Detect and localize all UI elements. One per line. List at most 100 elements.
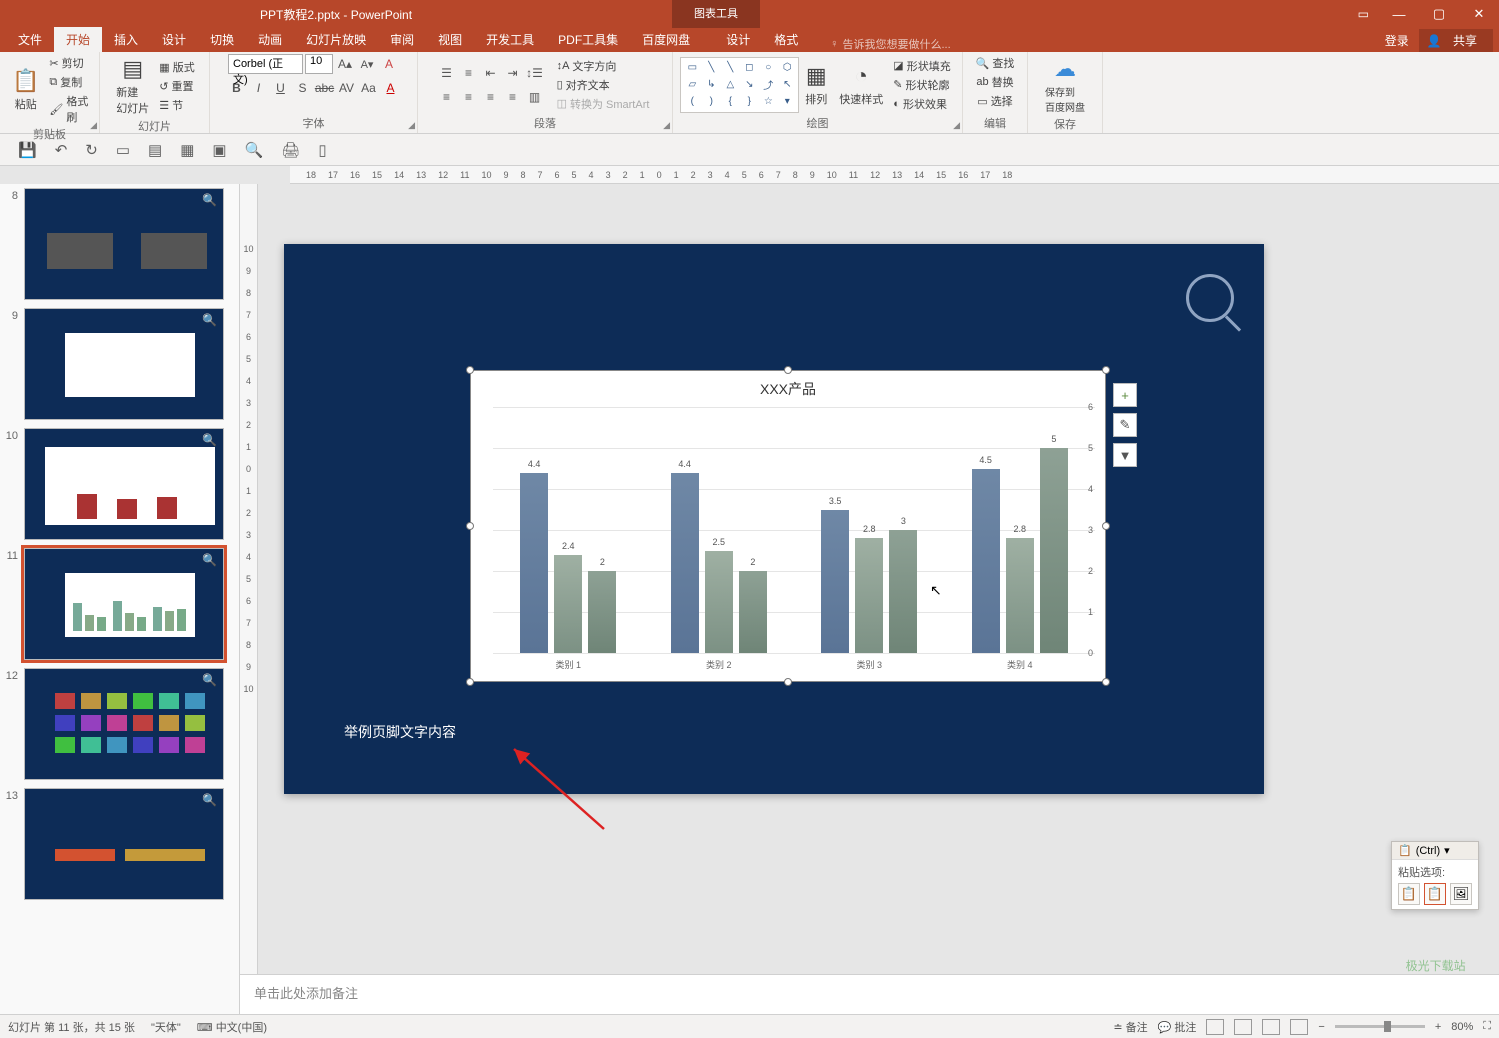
thumbnail-slide[interactable]: 🔍 (24, 548, 224, 660)
replace-button[interactable]: ab替换 (972, 73, 1017, 91)
dialog-launcher-icon[interactable]: ◢ (953, 120, 960, 131)
share-button[interactable]: 👤 共享 (1419, 29, 1493, 52)
thumbnail-item[interactable]: 9🔍 (4, 308, 235, 420)
zoom-slider[interactable] (1335, 1025, 1425, 1028)
shape-fill-button[interactable]: ◪形状填充 (889, 57, 954, 75)
bullets-button[interactable]: ☰ (437, 63, 457, 83)
chart-bar[interactable]: 2 (588, 571, 616, 653)
copy-button[interactable]: ⧉复制 (45, 73, 93, 91)
undo-icon[interactable]: ↶ (55, 141, 68, 159)
chart-bar[interactable]: 2.8 (855, 538, 883, 653)
columns-button[interactable]: ▥ (525, 87, 545, 107)
chevron-down-icon[interactable]: ▾ (1444, 844, 1450, 857)
resize-handle[interactable] (1102, 522, 1110, 530)
tab-chart-format[interactable]: 格式 (762, 27, 810, 52)
paste-use-theme-button[interactable]: 📋 (1424, 883, 1446, 905)
tell-me-input[interactable]: ♀ 告诉我您想要做什么... (830, 36, 950, 52)
increase-indent-button[interactable]: ⇥ (503, 63, 523, 83)
decrease-indent-button[interactable]: ⇤ (481, 63, 501, 83)
tab-transitions[interactable]: 切换 (198, 27, 246, 52)
chart-bar[interactable]: 3.5 (821, 510, 849, 654)
shadow-button[interactable]: S (293, 78, 313, 98)
chart-filter-button[interactable]: ▼ (1113, 443, 1137, 467)
chart-bar[interactable]: 5 (1040, 448, 1068, 653)
chart-bar[interactable]: 4.5 (972, 469, 1000, 654)
align-left-button[interactable]: ≡ (437, 87, 457, 107)
dialog-launcher-icon[interactable]: ◢ (663, 120, 670, 131)
thumbnail-item[interactable]: 10🔍 (4, 428, 235, 540)
chart-styles-button[interactable]: ✎ (1113, 413, 1137, 437)
ribbon-display-options-icon[interactable]: ▭ (1358, 7, 1369, 21)
qat-btn-7[interactable]: ▯ (318, 141, 326, 159)
numbering-button[interactable]: ≡ (459, 63, 479, 83)
shapes-gallery[interactable]: ▭╲╲◻○⬡ ▱↳△↘⤴↖ (){}☆▾ (680, 57, 799, 113)
tab-baidudisk[interactable]: 百度网盘 (630, 27, 702, 52)
language-status[interactable]: ⌨ 中文(中国) (197, 1019, 267, 1035)
font-name-select[interactable]: Corbel (正文) (228, 54, 303, 74)
arrange-button[interactable]: ▦排列 (799, 61, 833, 109)
italic-button[interactable]: I (249, 78, 269, 98)
shape-outline-button[interactable]: ✎形状轮廓 (889, 76, 954, 94)
thumbnail-item[interactable]: 12🔍 (4, 668, 235, 780)
shape-effects-button[interactable]: ◐形状效果 (889, 95, 954, 113)
chart-bar[interactable]: 2.4 (554, 555, 582, 653)
slide-thumbnails-panel[interactable]: 8🔍9🔍10🔍11🔍12🔍13🔍 (0, 184, 240, 1014)
resize-handle[interactable] (466, 678, 474, 686)
strikethrough-button[interactable]: abc (315, 78, 335, 98)
section-button[interactable]: ☰节 (155, 96, 198, 114)
slide[interactable]: XXX产品 0123456类别 14.42.42类别 24.42.52类别 33… (284, 244, 1264, 794)
chart-bar[interactable]: 2 (739, 571, 767, 653)
qat-btn-4[interactable]: ▣ (212, 141, 226, 159)
dialog-launcher-icon[interactable]: ◢ (90, 120, 97, 131)
comments-toggle[interactable]: 💬 批注 (1158, 1019, 1197, 1035)
chart-bar[interactable]: 2.5 (705, 551, 733, 654)
tab-insert[interactable]: 插入 (102, 27, 150, 52)
qat-btn-6[interactable]: 🖨 (281, 141, 300, 159)
close-button[interactable]: ✕ (1459, 0, 1499, 28)
resize-handle[interactable] (1102, 366, 1110, 374)
format-painter-button[interactable]: 🖌格式刷 (45, 92, 93, 126)
font-size-select[interactable]: 10 (305, 54, 333, 74)
slideshow-view-button[interactable] (1290, 1019, 1308, 1035)
font-color-button[interactable]: A (381, 78, 401, 98)
align-right-button[interactable]: ≡ (481, 87, 501, 107)
select-button[interactable]: ▭选择 (973, 92, 1016, 110)
minimize-button[interactable]: — (1379, 0, 1419, 28)
chart-object[interactable]: XXX产品 0123456类别 14.42.42类别 24.42.52类别 33… (470, 370, 1106, 682)
layout-button[interactable]: ▦版式 (155, 58, 198, 76)
qat-btn-1[interactable]: ▭ (116, 141, 130, 159)
resize-handle[interactable] (784, 678, 792, 686)
fit-to-window-button[interactable]: ⛶ (1483, 1020, 1491, 1033)
paste-button[interactable]: 📋 粘贴 (6, 66, 45, 114)
slide-counter[interactable]: 幻灯片 第 11 张，共 15 张 (8, 1019, 135, 1035)
save-icon[interactable]: 💾 (18, 141, 37, 159)
qat-btn-3[interactable]: ▦ (180, 141, 194, 159)
normal-view-button[interactable] (1206, 1019, 1224, 1035)
reset-button[interactable]: ↺重置 (155, 77, 198, 95)
thumbnail-slide[interactable]: 🔍 (24, 668, 224, 780)
qat-btn-5[interactable]: 🔍 (245, 141, 264, 159)
clear-formatting-button[interactable]: A (379, 54, 399, 74)
underline-button[interactable]: U (271, 78, 291, 98)
tab-file[interactable]: 文件 (6, 27, 54, 52)
thumbnail-item[interactable]: 13🔍 (4, 788, 235, 900)
align-text-button[interactable]: ▯对齐文本 (553, 76, 654, 94)
thumbnail-item[interactable]: 8🔍 (4, 188, 235, 300)
shrink-font-button[interactable]: A▾ (357, 54, 377, 74)
text-direction-button[interactable]: ↕A文字方向 (553, 57, 654, 75)
tab-animations[interactable]: 动画 (246, 27, 294, 52)
thumbnail-slide[interactable]: 🔍 (24, 308, 224, 420)
justify-button[interactable]: ≡ (503, 87, 523, 107)
resize-handle[interactable] (466, 522, 474, 530)
qat-btn-2[interactable]: ▤ (148, 141, 162, 159)
dialog-launcher-icon[interactable]: ◢ (408, 120, 415, 131)
paste-options-popup[interactable]: 📋(Ctrl)▾ 粘贴选项: 📋 📋 🖼 (1391, 841, 1479, 910)
tab-review[interactable]: 审阅 (378, 27, 426, 52)
tab-view[interactable]: 视图 (426, 27, 474, 52)
save-to-baidu-button[interactable]: ☁保存到 百度网盘 (1039, 54, 1091, 116)
line-spacing-button[interactable]: ↕☰ (525, 63, 545, 83)
find-button[interactable]: 🔍查找 (972, 54, 1019, 72)
change-case-button[interactable]: Aa (359, 78, 379, 98)
chart-title[interactable]: XXX产品 (471, 371, 1105, 399)
grow-font-button[interactable]: A▴ (335, 54, 355, 74)
